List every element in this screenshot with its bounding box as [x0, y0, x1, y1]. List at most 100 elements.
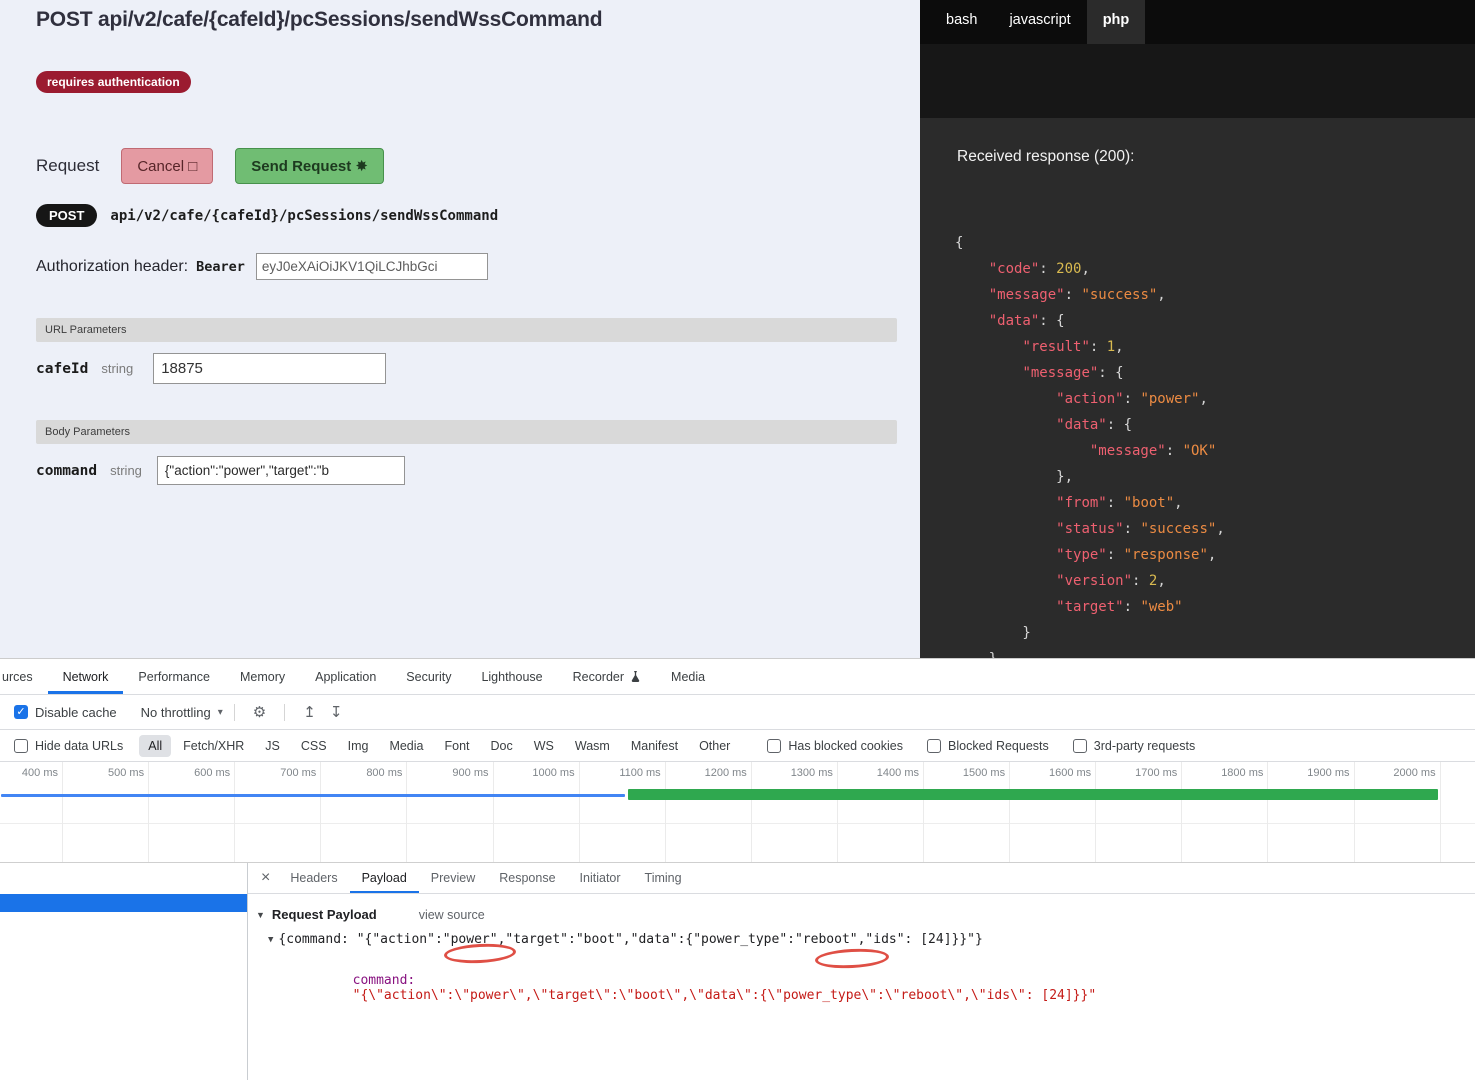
- details-pane: × HeadersPayloadPreviewResponseInitiator…: [248, 863, 1475, 1080]
- timeline-tick-1700-ms: 1700 ms: [1099, 767, 1177, 779]
- network-conditions-icon[interactable]: ⚙: [253, 703, 266, 721]
- details-tab-initiator[interactable]: Initiator: [568, 863, 633, 893]
- disable-cache-checkbox[interactable]: [14, 705, 28, 719]
- request-payload-header: Request Payload: [272, 907, 377, 922]
- filter-pill-css[interactable]: CSS: [292, 735, 336, 757]
- waterfall-bar-green[interactable]: [628, 789, 1438, 800]
- filter-checkbox-3rd-party-requests[interactable]: 3rd-party requests: [1073, 739, 1195, 753]
- code-tab-bash[interactable]: bash: [930, 0, 993, 44]
- network-toolbar: Disable cache No throttling ▾ ⚙ ↥ ↧: [0, 695, 1475, 730]
- api-doc-panel: POST api/v2/cafe/{cafeId}/pcSessions/sen…: [0, 0, 920, 658]
- filter-pill-manifest[interactable]: Manifest: [622, 735, 687, 757]
- filter-pill-media[interactable]: Media: [380, 735, 432, 757]
- code-tab-bar: bashjavascriptphp: [920, 0, 1475, 44]
- filter-pill-fetch-xhr[interactable]: Fetch/XHR: [174, 735, 253, 757]
- timeline-gridline: [406, 762, 407, 862]
- details-tab-headers[interactable]: Headers: [278, 863, 349, 893]
- cafeid-param-row: cafeId string: [36, 353, 386, 384]
- devtools-tab-performance[interactable]: Performance: [123, 659, 225, 694]
- timeline-gridline: [1440, 762, 1441, 862]
- timeline-tick-1100-ms: 1100 ms: [583, 767, 661, 779]
- export-har-icon[interactable]: ↧: [330, 703, 343, 721]
- json-line: "action": "power",: [955, 386, 1469, 412]
- timeline-tick-1600-ms: 1600 ms: [1013, 767, 1091, 779]
- json-line: "result": 1,: [955, 334, 1469, 360]
- filter-pill-other[interactable]: Other: [690, 735, 739, 757]
- json-line: {: [955, 230, 1469, 256]
- view-source-link[interactable]: view source: [419, 908, 485, 922]
- timeline-tick-1300-ms: 1300 ms: [755, 767, 833, 779]
- param-name-cafeid: cafeId: [36, 361, 88, 377]
- expand-triangle-icon[interactable]: ▼: [256, 910, 265, 920]
- close-icon[interactable]: ×: [261, 869, 270, 887]
- filter-pill-wasm[interactable]: Wasm: [566, 735, 619, 757]
- filter-checkbox-has-blocked-cookies[interactable]: Has blocked cookies: [767, 739, 903, 753]
- json-line: "message": "OK": [955, 438, 1469, 464]
- request-label: Request: [36, 156, 99, 176]
- response-title: Received response (200):: [957, 148, 1135, 166]
- endpoint-path: api/v2/cafe/{cafeId}/pcSessions/sendWssC…: [110, 208, 498, 224]
- filter-pill-all[interactable]: All: [139, 735, 171, 757]
- devtools-tab-memory[interactable]: Memory: [225, 659, 300, 694]
- timeline-tick-500-ms: 500 ms: [66, 767, 144, 779]
- filter-pill-img[interactable]: Img: [339, 735, 378, 757]
- endpoint-row: POST api/v2/cafe/{cafeId}/pcSessions/sen…: [36, 204, 498, 227]
- timeline-tick-2000-ms: 2000 ms: [1358, 767, 1436, 779]
- throttling-select[interactable]: No throttling ▾: [141, 705, 223, 720]
- code-example-panel: bashjavascriptphp Received response (200…: [920, 0, 1475, 658]
- timeline-gridline: [1181, 762, 1182, 862]
- devtools-tab-lighthouse[interactable]: Lighthouse: [466, 659, 557, 694]
- url-parameters-header: URL Parameters: [36, 318, 897, 342]
- send-request-button[interactable]: Send Request ✸: [235, 148, 384, 184]
- hide-data-urls-label[interactable]: Hide data URLs: [35, 739, 123, 753]
- details-tab-preview[interactable]: Preview: [419, 863, 487, 893]
- devtools-tab-network[interactable]: Network: [48, 659, 124, 694]
- filter-pill-ws[interactable]: WS: [525, 735, 563, 757]
- timeline-gridline: [923, 762, 924, 862]
- body-parameters-header: Body Parameters: [36, 420, 897, 444]
- cancel-button[interactable]: Cancel □: [121, 148, 213, 184]
- waterfall-bar-blue[interactable]: [1, 794, 625, 797]
- toolbar-divider: [284, 704, 285, 721]
- timeline-gridline: [665, 762, 666, 862]
- code-tab-php[interactable]: php: [1087, 0, 1146, 44]
- network-filter-bar: Hide data URLs AllFetch/XHRJSCSSImgMedia…: [0, 730, 1475, 762]
- timeline-tick-700-ms: 700 ms: [238, 767, 316, 779]
- expand-triangle-icon[interactable]: ▼: [268, 935, 273, 945]
- devtools-tab-media[interactable]: Media: [656, 659, 720, 694]
- devtools-tab-bar: urcesNetworkPerformanceMemoryApplication…: [0, 659, 1475, 695]
- devtools-tab-recorder[interactable]: Recorder: [558, 659, 656, 694]
- auth-token-input[interactable]: [256, 253, 488, 280]
- payload-key: command:: [353, 973, 423, 988]
- details-tab-payload[interactable]: Payload: [350, 863, 419, 893]
- import-har-icon[interactable]: ↥: [303, 703, 316, 721]
- devtools-tab-sources-partial[interactable]: urces: [0, 659, 48, 694]
- details-tab-response[interactable]: Response: [487, 863, 567, 893]
- command-input[interactable]: [157, 456, 405, 485]
- devtools-tab-security[interactable]: Security: [391, 659, 466, 694]
- json-line: "version": 2,: [955, 568, 1469, 594]
- selected-request-row[interactable]: [0, 894, 247, 912]
- hide-data-urls-checkbox[interactable]: [14, 739, 28, 753]
- response-block: Received response (200): { "code": 200, …: [920, 118, 1475, 658]
- timeline-tick-900-ms: 900 ms: [411, 767, 489, 779]
- filter-pill-js[interactable]: JS: [256, 735, 289, 757]
- disable-cache-label[interactable]: Disable cache: [35, 705, 117, 720]
- json-line: "type": "response",: [955, 542, 1469, 568]
- param-type-cafeid: string: [101, 361, 133, 376]
- timeline-tick-600-ms: 600 ms: [152, 767, 230, 779]
- json-line: "target": "web": [955, 594, 1469, 620]
- filter-checkbox-blocked-requests[interactable]: Blocked Requests: [927, 739, 1049, 753]
- code-tab-javascript[interactable]: javascript: [993, 0, 1086, 44]
- filter-pill-font[interactable]: Font: [435, 735, 478, 757]
- timeline-gridline: [493, 762, 494, 862]
- cafeid-input[interactable]: [153, 353, 386, 384]
- details-tab-timing[interactable]: Timing: [633, 863, 694, 893]
- request-actions-row: Request Cancel □ Send Request ✸: [36, 147, 384, 185]
- timeline-tick-800-ms: 800 ms: [324, 767, 402, 779]
- devtools-tab-application[interactable]: Application: [300, 659, 391, 694]
- timeline-gridline: [1095, 762, 1096, 862]
- filter-pill-doc[interactable]: Doc: [482, 735, 522, 757]
- timeline-tick-1500-ms: 1500 ms: [927, 767, 1005, 779]
- payload-parsed-line: {command: "{"action":"power","target":"b…: [278, 932, 982, 947]
